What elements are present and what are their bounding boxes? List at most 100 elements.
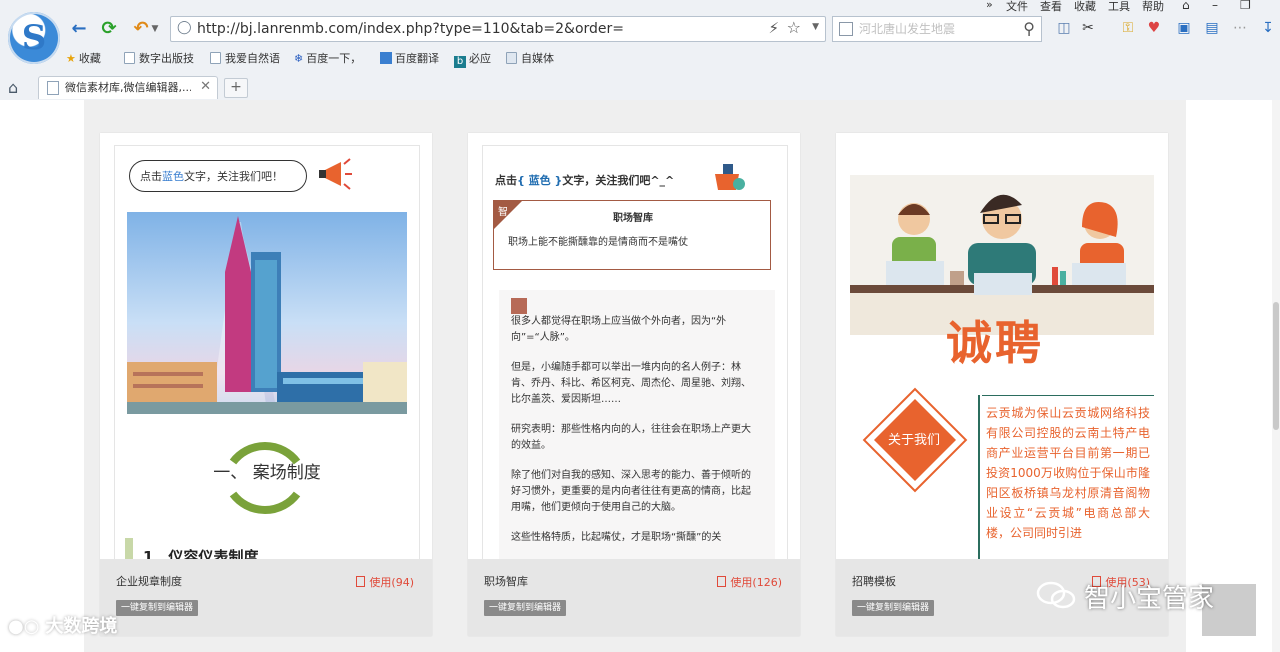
new-tab-button[interactable]: + — [224, 78, 248, 98]
bookmark-label: 百度翻译 — [395, 52, 439, 65]
map-icon[interactable]: ▤ — [1204, 20, 1220, 36]
article-body: 很多人都觉得在职场上应当做个外向者，因为“外向”=“人脉”。 但是，小编随手都可… — [499, 290, 775, 560]
document-icon — [356, 576, 366, 587]
bookmark-folder[interactable]: 自媒体 — [506, 50, 554, 66]
card-title[interactable]: 企业规章制度 — [116, 573, 182, 589]
bookmark-item[interactable]: b 必应 — [454, 50, 491, 68]
browser-logo[interactable]: S — [8, 12, 60, 64]
bookmark-favorites[interactable]: ★ 收藏 — [66, 50, 101, 66]
template-card[interactable]: 点击{ 蓝色 }文字，关注我们吧^_^ 智 职场智库 职场上能不能撕醺靠的是情商… — [468, 133, 800, 636]
translate-icon — [380, 52, 392, 64]
undo-icon[interactable]: ↶ — [130, 18, 152, 40]
url-dropdown-icon[interactable]: ▼ — [812, 22, 819, 32]
search-input[interactable] — [859, 17, 1009, 41]
bookmark-label: 收藏 — [78, 52, 101, 65]
paragraph: 除了他们对自我的感知、深入思考的能力、善于倾听的好习惯外，更重要的是内向者往往有… — [511, 470, 751, 513]
page-icon — [210, 52, 221, 64]
divider — [982, 395, 1154, 396]
watermark-right: 智小宝管家 — [1036, 578, 1214, 615]
copy-to-editor-button[interactable]: 一键复制到编辑器 — [484, 600, 567, 616]
card-title[interactable]: 职场智库 — [484, 573, 528, 589]
decor-square — [511, 298, 527, 314]
search-box[interactable]: ⚲ — [832, 16, 1042, 42]
head-highlight: { 蓝色 } — [517, 174, 563, 187]
head-prefix: 点击 — [495, 174, 517, 187]
restore-icon[interactable]: ❐ — [1240, 0, 1251, 12]
article-text: 很多人都觉得在职场上应当做个外向者，因为“外向”=“人脉”。 但是，小编随手都可… — [511, 314, 757, 560]
bookmark-label: 必应 — [469, 52, 491, 65]
use-button[interactable]: 使用(126) — [717, 574, 782, 590]
bookmark-item[interactable]: 我爱自然语 — [210, 50, 280, 66]
paragraph: 很多人都觉得在职场上应当做个外向者，因为“外向”=“人脉”。 — [511, 316, 727, 343]
bookmark-item[interactable]: 数字出版技 — [124, 50, 194, 66]
lightning-icon[interactable]: ⚡ — [768, 19, 779, 37]
skin-icon[interactable]: ⌂ — [1182, 0, 1190, 12]
bubble-highlight: 蓝色 — [162, 170, 184, 183]
download-icon[interactable]: ↧ — [1260, 20, 1276, 36]
page-content: 点击 蓝色文字，关注我们吧！ 一、 案场制度 1 仪容仪表制度 企业规章制度 使用… — [0, 100, 1280, 652]
menu-tools[interactable]: 工具 — [1108, 0, 1130, 14]
page-tool-icon[interactable]: ◫ — [1056, 20, 1072, 36]
use-count: 使用(126) — [730, 576, 782, 589]
more-icon[interactable]: ⋯ — [1232, 20, 1248, 36]
key-icon[interactable]: ⚿ — [1120, 20, 1136, 36]
paragraph: 但是，小编随手都可以举出一堆内向的名人例子：林肯、乔丹、科比、希区柯克、周杰伦、… — [511, 362, 751, 405]
tab-strip: ⌂ 微信素材库,微信编辑器,... ✕ + — [0, 74, 1280, 100]
star-icon: ★ — [66, 52, 76, 65]
browser-chrome: S ← ⟳ ↶ ▼ ◯ http://bj.lanrenmb.com/index… — [0, 0, 1280, 101]
scroll-thumb[interactable] — [1273, 302, 1279, 430]
head-suffix: 文字，关注我们吧^_^ — [562, 174, 675, 187]
copy-to-editor-button[interactable]: 一键复制到编辑器 — [116, 600, 199, 616]
copy-to-editor-button[interactable]: 一键复制到编辑器 — [852, 600, 935, 616]
template-preview[interactable]: 点击蓝色文字，关注我们吧！ 一、 案场制度 1 仪容仪表制度 — [114, 145, 420, 561]
page-icon — [47, 81, 59, 95]
template-preview[interactable]: 点击{ 蓝色 }文字，关注我们吧^_^ 智 职场智库 职场上能不能撕醺靠的是情商… — [482, 145, 788, 561]
megaphone-icon — [319, 158, 352, 190]
bookmark-label: 自媒体 — [521, 52, 554, 65]
template-grid: 点击 蓝色文字，关注我们吧！ 一、 案场制度 1 仪容仪表制度 企业规章制度 使用… — [84, 100, 1186, 652]
bookmark-item[interactable]: 百度翻译 — [380, 50, 439, 66]
scrollbar[interactable] — [1272, 100, 1280, 652]
use-button[interactable]: 使用(94) — [356, 574, 414, 590]
menu-help[interactable]: 帮助 — [1142, 0, 1164, 14]
minimize-icon[interactable]: – — [1212, 0, 1218, 12]
url-text[interactable]: http://bj.lanrenmb.com/index.php?type=11… — [197, 17, 624, 41]
folder-icon — [506, 52, 517, 64]
recruit-headline: 诚聘 — [946, 316, 1044, 370]
translate-icon[interactable]: ♥ — [1146, 20, 1162, 36]
bubble-suffix: 文字，关注我们吧！ — [184, 170, 283, 183]
address-bar[interactable]: ◯ http://bj.lanrenmb.com/index.php?type=… — [170, 16, 826, 42]
watermark-text: 智小宝管家 — [1084, 584, 1215, 614]
card-title[interactable]: 招聘模板 — [852, 573, 896, 589]
menu-more-icon[interactable]: » — [986, 0, 993, 11]
bookmark-label: 数字出版技 — [139, 52, 194, 65]
paragraph: 研究表明：那些性格内向的人，往往会在职场上产更大的效益。 — [511, 424, 751, 451]
bookmark-label: 百度一下， — [306, 52, 362, 65]
watermark-text: 大数跨境 — [45, 616, 118, 637]
quote-box: 智 职场智库 职场上能不能撕醺靠的是情商而不是嘴仗 — [493, 200, 771, 270]
bookmark-item[interactable]: ❄ 百度一下， — [294, 50, 361, 66]
close-icon[interactable]: ✕ — [200, 79, 211, 94]
baidu-paw-icon: ❄ — [294, 52, 304, 65]
back-arrow-icon[interactable]: ← — [68, 18, 90, 40]
template-preview[interactable]: 诚聘 关于我们 云贡城为保山云贡城网络科技有限公司控股的云南土特产电商产业运营平… — [850, 145, 1154, 559]
shield-tool-icon[interactable]: ▣ — [1176, 20, 1192, 36]
undo-dropdown-icon[interactable]: ▼ — [150, 18, 160, 40]
search-engine-icon[interactable] — [839, 22, 853, 36]
template-card[interactable]: 诚聘 关于我们 云贡城为保山云贡城网络科技有限公司控股的云南土特产电商产业运营平… — [836, 133, 1168, 636]
menu-view[interactable]: 查看 — [1040, 0, 1062, 14]
speech-bubble: 点击蓝色文字，关注我们吧！ — [129, 160, 307, 192]
teacup-icon — [715, 164, 745, 190]
home-icon[interactable]: ⌂ — [8, 78, 18, 97]
tab-active[interactable]: 微信素材库,微信编辑器,... ✕ — [38, 76, 218, 99]
menu-favorites[interactable]: 收藏 — [1074, 0, 1096, 14]
star-icon[interactable]: ☆ — [787, 18, 801, 37]
card-footer: 职场智库 使用(126) 一键复制到编辑器 — [468, 559, 800, 636]
refresh-icon[interactable]: ⟳ — [98, 18, 120, 40]
watermark-logo-icon: ●○ — [8, 616, 40, 637]
search-icon[interactable]: ⚲ — [1023, 19, 1035, 38]
scissors-icon[interactable]: ✂ — [1080, 20, 1096, 36]
template-card[interactable]: 点击蓝色文字，关注我们吧！ 一、 案场制度 1 仪容仪表制度 企业规章制度 使用… — [100, 133, 432, 636]
document-icon — [717, 576, 727, 587]
menu-file[interactable]: 文件 — [1006, 0, 1028, 14]
